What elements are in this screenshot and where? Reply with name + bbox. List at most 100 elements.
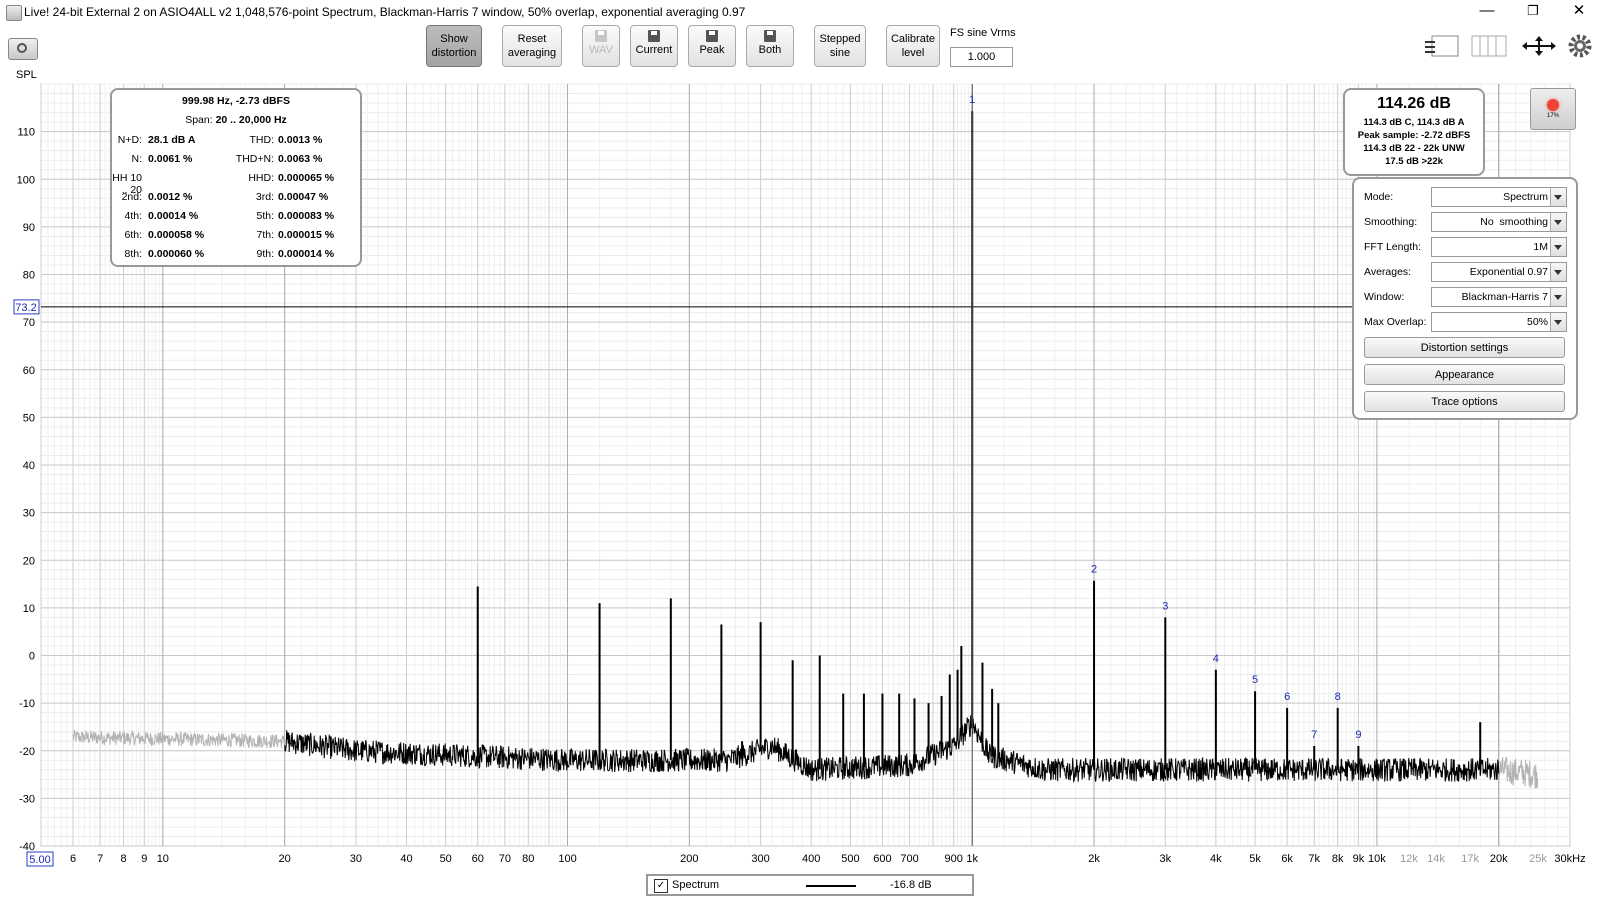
- save-both-button[interactable]: Both: [746, 25, 794, 67]
- distortion-row: 4th: 0.00014 % 5th: 0.000083 %: [112, 210, 360, 228]
- window-value: Blackman-Harris 7: [1461, 291, 1548, 303]
- y-tick-label: 10: [23, 603, 35, 615]
- distortion-row: 2nd: 0.0012 % 3rd: 0.00047 %: [112, 191, 360, 209]
- mode-label: Mode:: [1364, 191, 1394, 203]
- distortion-header: 999.98 Hz, -2.73 dBFS: [182, 95, 290, 107]
- distortion-value-2: 0.000014 %: [278, 248, 335, 260]
- close-button[interactable]: ✕: [1556, 0, 1600, 24]
- distortion-panel[interactable]: 999.98 Hz, -2.73 dBFS Span: 20 .. 20,000…: [110, 88, 362, 267]
- show-distortion-button[interactable]: Show distortion: [426, 25, 482, 67]
- y-tick-label: 60: [23, 365, 35, 377]
- mode-row: Mode: Spectrum: [1364, 187, 1572, 207]
- x-tick-label: 7: [97, 853, 103, 865]
- x-tick-label: 30kHz: [1554, 853, 1585, 865]
- calibrate-level-button[interactable]: Calibrate level: [886, 25, 940, 67]
- fft-length-row: FFT Length: 1M: [1364, 237, 1572, 257]
- window-row: Window: Blackman-Harris 7: [1364, 287, 1572, 307]
- smoothing-row: Smoothing: No smoothing: [1364, 212, 1572, 232]
- y-tick-label: -30: [19, 793, 35, 805]
- harmonic-marker: 8: [1335, 691, 1341, 703]
- gear-icon[interactable]: [1568, 34, 1592, 58]
- stepped-sine-label-1: Stepped: [819, 33, 861, 45]
- trace-options-button[interactable]: Trace options: [1364, 391, 1565, 412]
- distortion-value-2: 0.000083 %: [278, 210, 335, 222]
- distortion-value-2: 0.0063 %: [278, 153, 323, 165]
- save-peak-button[interactable]: Peak: [688, 25, 736, 67]
- distortion-label: 8th:: [124, 248, 142, 260]
- x-tick-label: 1k: [966, 853, 978, 865]
- chevron-down-icon[interactable]: [1550, 188, 1566, 206]
- y-tick-label: -10: [19, 698, 35, 710]
- harmonic-marker: 4: [1213, 653, 1219, 665]
- averages-label: Averages:: [1364, 266, 1412, 278]
- mode-select[interactable]: Spectrum: [1431, 187, 1567, 207]
- fs-sine-input[interactable]: 1.000: [950, 47, 1013, 67]
- harmonic-marker: 3: [1162, 600, 1168, 612]
- appearance-button[interactable]: Appearance: [1364, 364, 1565, 385]
- window-select[interactable]: Blackman-Harris 7: [1431, 287, 1567, 307]
- wav-label: WAV: [589, 44, 613, 56]
- span-value: 20 .. 20,000 Hz: [215, 114, 287, 126]
- x-tick-label: 4k: [1210, 853, 1222, 865]
- save-current-button[interactable]: Current: [630, 25, 678, 67]
- distortion-label-2: 5th:: [256, 210, 274, 222]
- harmonic-marker: 6: [1284, 691, 1290, 703]
- x-tick-label: 50: [440, 853, 452, 865]
- expand-arrows-icon[interactable]: [1520, 34, 1558, 58]
- chevron-down-icon[interactable]: [1550, 238, 1566, 256]
- x-tick-label: 3k: [1159, 853, 1171, 865]
- wav-button[interactable]: WAV: [582, 25, 620, 67]
- chevron-down-icon[interactable]: [1550, 263, 1566, 281]
- spectrum-checkbox[interactable]: ✓: [654, 879, 668, 893]
- smoothing-select[interactable]: No smoothing: [1431, 212, 1567, 232]
- x-tick-label: 40: [400, 853, 412, 865]
- x-tick-label: 80: [522, 853, 534, 865]
- reset-averaging-label-1: Reset: [517, 33, 547, 45]
- span-line: Span: 20 .. 20,000 Hz: [112, 114, 360, 126]
- reset-averaging-button[interactable]: Reset averaging: [502, 25, 562, 67]
- averages-select[interactable]: Exponential 0.97: [1431, 262, 1567, 282]
- distortion-label-2: 3rd:: [255, 191, 274, 203]
- x-tick-label: 200: [680, 853, 698, 865]
- distortion-value-2: 0.000015 %: [278, 229, 335, 241]
- distortion-row: N: 0.0061 % THD+N: 0.0063 %: [112, 153, 360, 171]
- layout-icon[interactable]: [1424, 34, 1460, 58]
- trace-legend[interactable]: ✓ Spectrum -16.8 dB: [646, 874, 974, 896]
- distortion-row: 8th: 0.000060 % 9th: 0.000014 %: [112, 248, 360, 266]
- x-tick-label: 7k: [1308, 853, 1320, 865]
- chevron-down-icon[interactable]: [1550, 313, 1566, 331]
- show-distortion-label-2: distortion: [431, 47, 477, 59]
- chevron-down-icon[interactable]: [1550, 288, 1566, 306]
- fs-sine-label: FS sine Vrms: [950, 27, 1016, 39]
- distortion-value-2: 0.0013 %: [278, 134, 323, 146]
- restore-button[interactable]: ❐: [1510, 0, 1556, 24]
- x-tick-label: 100: [558, 853, 576, 865]
- x-tick-label: 60: [472, 853, 484, 865]
- title-bar: Live! 24-bit External 2 on ASIO4ALL v2 1…: [0, 0, 1600, 24]
- record-button[interactable]: 17%: [1530, 88, 1576, 130]
- max-overlap-select[interactable]: 50%: [1431, 312, 1567, 332]
- chevron-down-icon[interactable]: [1550, 213, 1566, 231]
- distortion-value: 0.0061 %: [148, 153, 193, 165]
- stepped-sine-button[interactable]: Stepped sine: [814, 25, 866, 67]
- mode-value: Spectrum: [1503, 191, 1548, 203]
- columns-icon[interactable]: [1470, 34, 1510, 58]
- distortion-settings-button[interactable]: Distortion settings: [1364, 337, 1565, 358]
- save-icon: [764, 30, 776, 42]
- fft-length-select[interactable]: 1M: [1431, 237, 1567, 257]
- legend-value: -16.8 dB: [890, 879, 932, 891]
- save-icon: [706, 30, 718, 42]
- harmonic-marker: 1: [969, 94, 975, 106]
- level-panel[interactable]: 114.26 dB 114.3 dB C, 114.3 dB A Peak sa…: [1343, 88, 1485, 176]
- camera-icon[interactable]: [8, 38, 38, 60]
- record-icon: [1547, 99, 1559, 111]
- distortion-row: HH 10 .. 20 HHD: 0.000065 %: [112, 172, 360, 196]
- cursor-value-label: 73.2: [15, 302, 36, 314]
- legend-name: Spectrum: [672, 879, 720, 891]
- reset-averaging-label-2: averaging: [507, 47, 557, 59]
- minimize-button[interactable]: —: [1464, 0, 1510, 24]
- distortion-value: 0.000058 %: [148, 229, 205, 241]
- controls-panel[interactable]: Mode: Spectrum Smoothing: No smoothing F…: [1352, 177, 1578, 420]
- legend-line-swatch: [806, 885, 856, 887]
- stepped-sine-label-2: sine: [829, 47, 851, 59]
